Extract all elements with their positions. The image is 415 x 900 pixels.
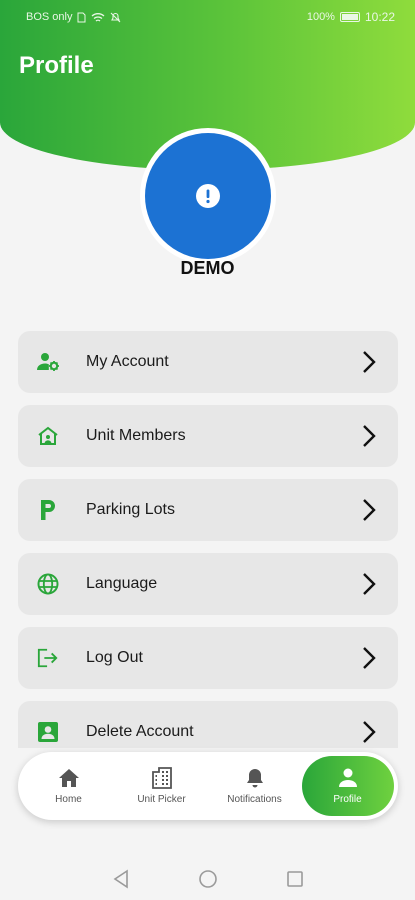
clock: 10:22 [364, 10, 395, 24]
sim-icon [77, 12, 86, 22]
menu-item-label: Parking Lots [86, 501, 175, 518]
home-icon [58, 769, 79, 787]
tab-unit-picker[interactable]: Unit Picker [116, 756, 208, 816]
tab-notifications[interactable]: Notifications [209, 756, 301, 816]
tab-label: Notifications [227, 794, 282, 805]
chevron-right-icon [363, 499, 376, 521]
menu-item-label: Language [86, 575, 158, 592]
home-users-icon [37, 425, 59, 447]
profile-username: DEMO [180, 258, 235, 278]
bottom-tab-bar: Home Unit Picker Notifications Profile [18, 752, 398, 820]
chevron-right-icon [363, 721, 376, 743]
alert-circle-icon [196, 184, 220, 208]
avatar-ring [140, 128, 276, 264]
battery-icon [339, 12, 360, 22]
logout-icon [37, 647, 59, 669]
avatar[interactable] [145, 133, 271, 259]
bell-icon [246, 769, 263, 788]
carrier-label: BOS only [26, 11, 73, 23]
building-icon [151, 767, 172, 789]
chevron-right-icon [363, 647, 376, 669]
tab-label: Profile [333, 794, 362, 805]
status-bar: BOS only 100% 10:22 [0, 0, 415, 34]
menu-item-label: Unit Members [86, 427, 186, 444]
chevron-right-icon [363, 351, 376, 373]
page-title: Profile [19, 52, 94, 79]
wifi-icon [92, 12, 105, 22]
tab-label: Home [55, 794, 82, 805]
menu-item-language[interactable]: Language [18, 553, 398, 615]
menu-item-parking-lots[interactable]: Parking Lots [18, 479, 398, 541]
home-circle-icon[interactable] [198, 869, 218, 889]
menu-item-label: Log Out [86, 649, 143, 666]
menu-item-label: Delete Account [86, 723, 194, 740]
globe-icon [37, 573, 59, 595]
system-navigation-bar [0, 858, 415, 900]
menu-item-unit-members[interactable]: Unit Members [18, 405, 398, 467]
account-box-icon [37, 721, 59, 743]
tab-profile[interactable]: Profile [301, 756, 394, 816]
chevron-right-icon [363, 425, 376, 447]
mute-icon [111, 12, 121, 22]
tab-home[interactable]: Home [23, 756, 115, 816]
parking-icon [37, 499, 59, 521]
menu-item-label: My Account [86, 353, 169, 370]
back-icon[interactable] [112, 869, 130, 889]
account-settings-icon [37, 351, 59, 373]
menu-item-log-out[interactable]: Log Out [18, 627, 398, 689]
battery-percent: 100% [306, 11, 335, 23]
menu-item-my-account[interactable]: My Account [18, 331, 398, 393]
recents-icon[interactable] [286, 870, 304, 888]
person-icon [338, 768, 357, 787]
profile-menu: My Account Unit Members Parking Lots Lan… [18, 331, 398, 775]
tab-label: Unit Picker [137, 794, 186, 805]
chevron-right-icon [363, 573, 376, 595]
